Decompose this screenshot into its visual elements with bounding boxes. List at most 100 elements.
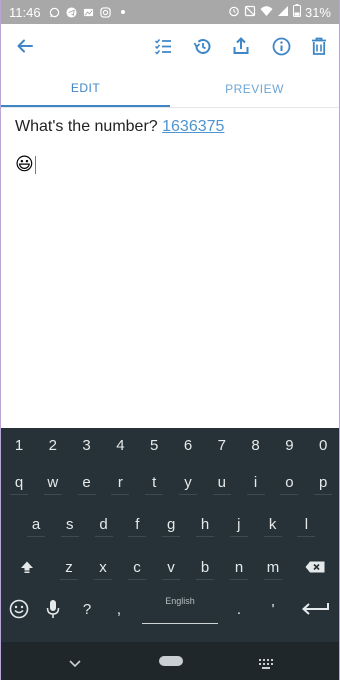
note-editor[interactable]: What's the number? 1636375 😃 xyxy=(1,108,339,428)
gallery-icon xyxy=(83,6,95,18)
key-a[interactable]: a xyxy=(21,509,51,539)
status-bar: 11:46 31% xyxy=(1,0,339,24)
key-i[interactable]: i xyxy=(241,467,271,497)
checklist-icon[interactable] xyxy=(151,34,175,58)
key-9[interactable]: 9 xyxy=(274,430,304,460)
period-key[interactable]: . xyxy=(225,594,253,624)
share-icon[interactable] xyxy=(229,34,253,58)
key-x[interactable]: x xyxy=(88,552,118,582)
key-divider xyxy=(196,579,214,580)
keyboard-number-row: 1 2 3 4 5 6 7 8 9 0 xyxy=(1,430,339,464)
delete-icon[interactable] xyxy=(307,34,331,58)
whatsapp-icon xyxy=(49,6,61,18)
key-v[interactable]: v xyxy=(156,552,186,582)
nav-down-icon[interactable] xyxy=(69,655,81,673)
key-label: s xyxy=(66,515,74,533)
key-b[interactable]: b xyxy=(190,552,220,582)
note-text-line: What's the number? 1636375 xyxy=(15,118,325,136)
key-6[interactable]: 6 xyxy=(173,430,203,460)
key-divider xyxy=(246,494,265,495)
alarm-icon xyxy=(228,5,240,20)
key-label: e xyxy=(82,473,91,491)
keyboard-switch-icon[interactable] xyxy=(259,656,273,674)
key-2[interactable]: 2 xyxy=(38,430,68,460)
enter-key[interactable] xyxy=(293,594,337,624)
key-label: q xyxy=(14,473,24,491)
key-label: u xyxy=(217,473,226,491)
key-h[interactable]: h xyxy=(190,509,220,539)
home-pill-icon[interactable] xyxy=(159,656,183,666)
key-y[interactable]: y xyxy=(173,467,203,497)
key-o[interactable]: o xyxy=(274,467,304,497)
key-divider xyxy=(60,536,79,537)
key-divider xyxy=(60,579,78,580)
key-s[interactable]: s xyxy=(55,509,85,539)
no-sim-icon xyxy=(244,5,256,20)
shift-key[interactable] xyxy=(9,552,45,582)
key-n[interactable]: n xyxy=(224,552,254,582)
status-time: 11:46 xyxy=(9,4,41,20)
key-label: 7 xyxy=(217,436,226,454)
space-key[interactable]: English xyxy=(142,594,218,624)
emoji-key[interactable] xyxy=(5,594,33,624)
tab-edit[interactable]: EDIT xyxy=(1,70,170,107)
tab-preview[interactable]: PREVIEW xyxy=(170,70,339,107)
comma-key[interactable]: , xyxy=(105,594,133,624)
key-d[interactable]: d xyxy=(89,509,119,539)
key-label: y xyxy=(184,473,192,491)
key-e[interactable]: e xyxy=(72,467,102,497)
microphone-key[interactable] xyxy=(39,594,67,624)
key-f[interactable]: f xyxy=(122,509,152,539)
key-k[interactable]: k xyxy=(258,509,288,539)
key-7[interactable]: 7 xyxy=(207,430,237,460)
key-3[interactable]: 3 xyxy=(72,430,102,460)
key-divider xyxy=(196,536,214,537)
phone-number-link[interactable]: 1636375 xyxy=(162,118,224,135)
question-mark-key[interactable]: ? xyxy=(73,594,101,624)
keyboard-row-3: zxcvbn m xyxy=(1,552,339,586)
key-divider xyxy=(43,494,62,495)
key-label: 4 xyxy=(116,436,125,454)
key-z[interactable]: z xyxy=(54,552,84,582)
key-u[interactable]: u xyxy=(207,467,237,497)
key-label: l xyxy=(304,515,309,533)
key-divider xyxy=(263,536,282,537)
key-label: 5 xyxy=(150,436,159,454)
key-g[interactable]: g xyxy=(156,509,186,539)
backspace-key[interactable] xyxy=(297,552,333,582)
key-divider xyxy=(145,494,164,495)
key-t[interactable]: t xyxy=(139,467,169,497)
key-5[interactable]: 5 xyxy=(139,430,169,460)
history-icon[interactable] xyxy=(190,34,214,58)
key-label: n xyxy=(234,558,244,576)
key-j[interactable]: j xyxy=(224,509,254,539)
key-divider xyxy=(94,579,112,580)
info-icon[interactable] xyxy=(269,34,293,58)
key-label: v xyxy=(167,558,175,576)
navigation-bar xyxy=(1,642,339,680)
wifi-icon xyxy=(260,5,273,20)
key-m[interactable]: m xyxy=(258,552,288,582)
key-divider xyxy=(77,494,96,495)
key-r[interactable]: r xyxy=(105,467,135,497)
key-c[interactable]: c xyxy=(122,552,152,582)
key-0[interactable]: 0 xyxy=(308,430,338,460)
key-label: 9 xyxy=(285,436,294,454)
apostrophe-key[interactable]: ' xyxy=(259,594,287,624)
key-label: f xyxy=(135,515,140,533)
key-p[interactable]: p xyxy=(308,467,338,497)
key-q[interactable]: q xyxy=(4,467,34,497)
back-arrow-icon[interactable] xyxy=(13,34,37,58)
key-label: i xyxy=(253,473,258,491)
key-w[interactable]: w xyxy=(38,467,68,497)
key-label: p xyxy=(319,473,328,491)
key-1[interactable]: 1 xyxy=(4,430,34,460)
key-label: r xyxy=(117,473,123,491)
key-label: m xyxy=(266,558,280,576)
key-label: w xyxy=(47,473,59,491)
key-4[interactable]: 4 xyxy=(105,430,135,460)
key-divider xyxy=(297,536,316,537)
key-8[interactable]: 8 xyxy=(241,430,271,460)
key-l[interactable]: l xyxy=(291,509,321,539)
key-divider xyxy=(229,536,248,537)
